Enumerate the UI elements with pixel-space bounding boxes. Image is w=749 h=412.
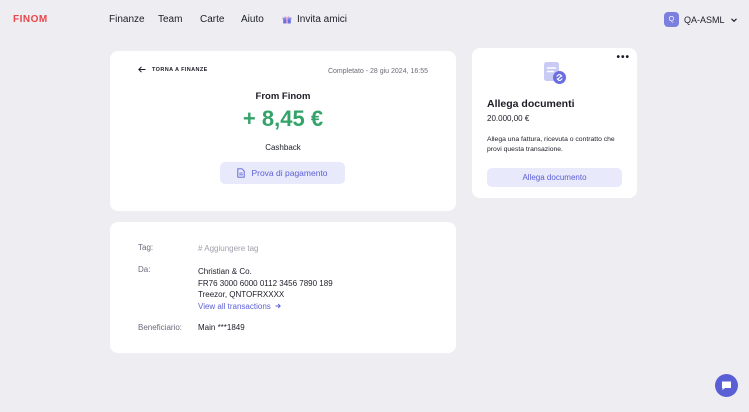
attach-documents-card: ••• Allega documenti 20.000,00 € Allega … — [472, 48, 637, 198]
sender-details: Christian & Co. FR76 3000 6000 0112 3456… — [198, 266, 333, 312]
attach-description: Allega una fattura, ricevuta o contratto… — [487, 136, 615, 153]
transaction-status: Completato - 28 giu 2024, 16:55 — [327, 68, 428, 75]
proof-of-payment-button[interactable]: Prova di pagamento — [220, 162, 345, 184]
top-bar: FINOM Finanze Team Carte Aiuto Invita am… — [0, 0, 749, 40]
view-all-label: View all transactions — [198, 301, 271, 311]
nav-item-team[interactable]: Team — [158, 14, 182, 25]
view-all-transactions-link[interactable]: View all transactions — [198, 301, 333, 313]
sender-bank: Treezor, QNTOFRXXXX — [198, 290, 285, 299]
transaction-from: From Finom — [255, 91, 311, 102]
transaction-amount: + 8,45 € — [242, 106, 324, 131]
beneficiary-value: Main ***1849 — [198, 323, 245, 332]
transaction-card: TORNA A FINANZE Completato - 28 giu 2024… — [110, 51, 456, 211]
nav-item-invite-friends[interactable]: Invita amici — [282, 14, 347, 25]
avatar: Q — [664, 12, 679, 27]
arrow-right-icon — [275, 303, 281, 309]
transaction-details-card: Tag: # Aggiungere tag Da: Christian & Co… — [110, 222, 456, 353]
attach-document-label: Allega documento — [522, 173, 587, 182]
transaction-category: Cashback — [265, 143, 301, 152]
beneficiary-label: Beneficiario: — [138, 323, 183, 332]
attach-title: Allega documenti — [487, 98, 575, 110]
more-options-menu[interactable]: ••• — [616, 52, 630, 63]
arrow-left-icon — [138, 66, 146, 73]
nav-item-carte[interactable]: Carte — [200, 14, 224, 25]
user-name: QA-ASML — [684, 14, 725, 25]
from-label: Da: — [138, 265, 151, 274]
back-to-finanze-link[interactable]: TORNA A FINANZE — [138, 66, 208, 73]
attach-document-button[interactable]: Allega documento — [487, 168, 622, 187]
proof-of-payment-label: Prova di pagamento — [251, 168, 328, 178]
support-chat-button[interactable] — [715, 374, 738, 397]
sender-iban: FR76 3000 6000 0112 3456 7890 189 — [198, 278, 333, 288]
nav-item-finanze[interactable]: Finanze — [109, 14, 145, 25]
gift-icon — [282, 16, 292, 24]
tag-input[interactable]: # Aggiungere tag — [198, 243, 259, 255]
back-label: TORNA A FINANZE — [152, 66, 208, 73]
tag-label: Tag: — [138, 243, 154, 252]
attach-document-icon — [544, 62, 566, 84]
nav-item-aiuto[interactable]: Aiuto — [241, 14, 264, 25]
attach-amount: 20.000,00 € — [487, 114, 530, 123]
sender-name: Christian & Co. — [198, 267, 252, 276]
invite-label: Invita amici — [297, 14, 348, 25]
chevron-down-icon — [730, 17, 737, 22]
document-icon — [237, 168, 246, 178]
finom-logo[interactable]: FINOM — [13, 14, 48, 25]
chat-icon — [722, 381, 731, 390]
user-menu[interactable]: Q QA-ASML — [664, 12, 738, 27]
